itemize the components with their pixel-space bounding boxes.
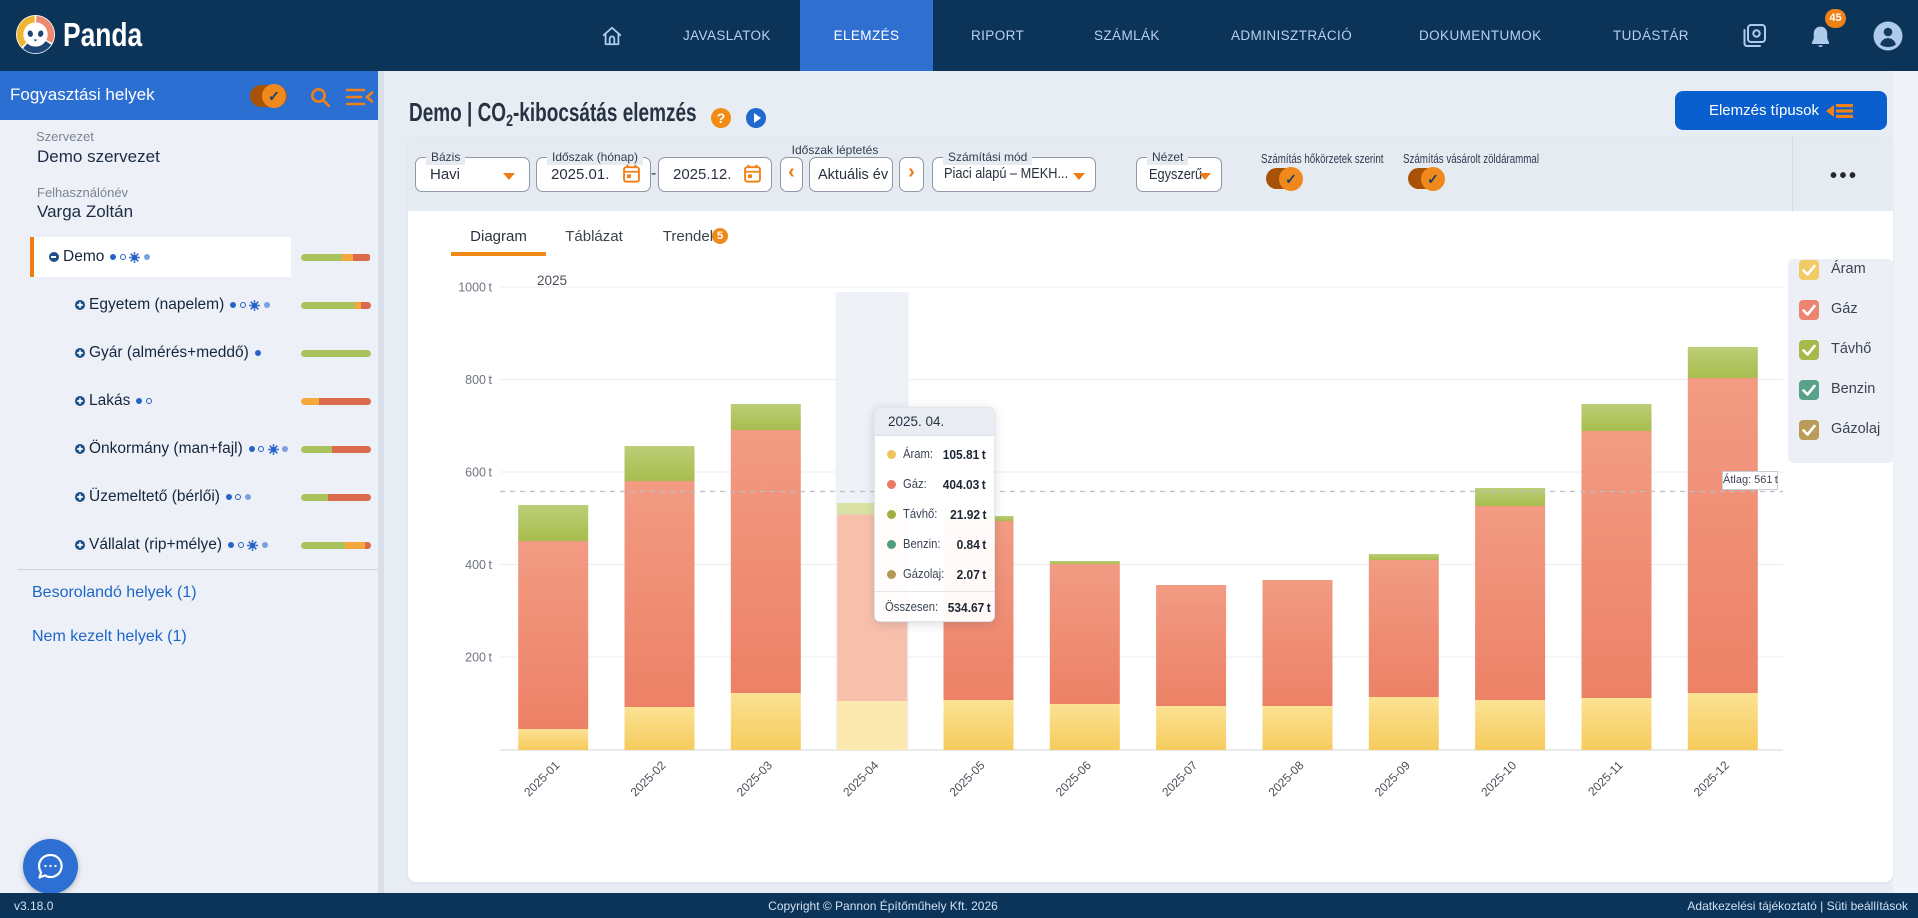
svg-text:2025-08: 2025-08 [1266,758,1307,799]
svg-text:2025-04: 2025-04 [840,758,881,799]
svg-text:800 t: 800 t [465,373,492,387]
svg-text:2025-09: 2025-09 [1372,758,1413,799]
svg-text:2025-11: 2025-11 [1585,758,1626,799]
svg-text:2025: 2025 [537,273,567,288]
svg-text:2025-05: 2025-05 [947,758,988,799]
svg-text:600 t: 600 t [465,466,492,480]
svg-text:200 t: 200 t [465,651,492,665]
svg-text:2025-01: 2025-01 [521,758,562,799]
svg-text:2025-02: 2025-02 [628,758,669,799]
svg-text:2025-10: 2025-10 [1478,758,1519,799]
svg-text:2025-06: 2025-06 [1053,758,1094,799]
svg-text:2025-03: 2025-03 [734,758,775,799]
svg-text:400 t: 400 t [465,558,492,572]
svg-text:2025-07: 2025-07 [1159,758,1200,799]
svg-text:2025-12: 2025-12 [1691,758,1732,799]
svg-text:1000 t: 1000 t [458,281,492,295]
